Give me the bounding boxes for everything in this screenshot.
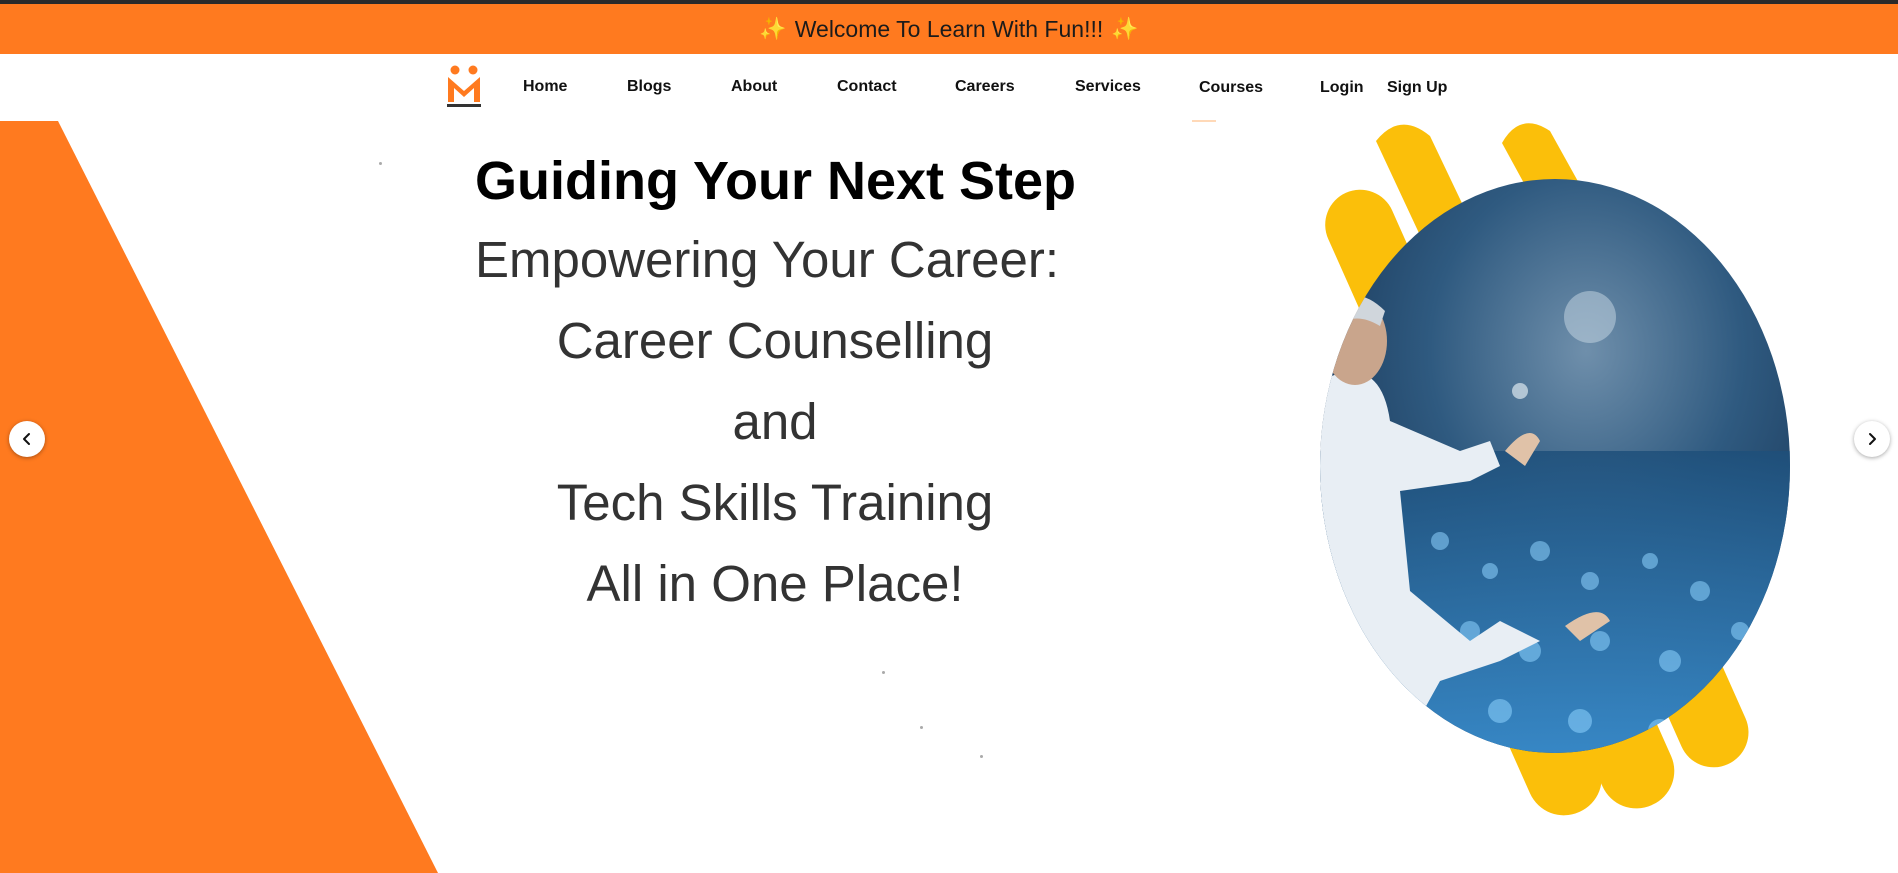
nav-courses[interactable]: Courses [1199, 79, 1263, 97]
login-link[interactable]: Login [1320, 79, 1364, 97]
hero-line: All in One Place! [586, 555, 964, 612]
carousel-next-button[interactable] [1854, 421, 1890, 457]
sparkle-icon: ✨ [759, 16, 787, 41]
nav-services[interactable]: Services [1075, 78, 1141, 96]
hero-line: and [732, 393, 818, 450]
decorative-speck [379, 162, 382, 165]
hero-title: Guiding Your Next Step [475, 151, 1077, 211]
hero-text-block: Guiding Your Next Step Empowering Your C… [475, 149, 1095, 624]
carousel-prev-button[interactable] [9, 421, 45, 457]
nav-contact[interactable]: Contact [837, 78, 897, 96]
hero-carousel-slide: Guiding Your Next Step Empowering Your C… [0, 121, 1898, 873]
nav-blogs[interactable]: Blogs [627, 78, 671, 96]
announcement-bar: ✨ Welcome To Learn With Fun!!! ✨ [0, 4, 1898, 54]
decorative-speck [920, 726, 923, 729]
nav-home[interactable]: Home [523, 78, 567, 96]
nav-careers[interactable]: Careers [955, 78, 1015, 96]
logo-icon[interactable] [446, 64, 482, 110]
hero-line: Career Counselling [556, 312, 994, 369]
hero-image [1320, 123, 1790, 816]
orange-diagonal-shape [0, 121, 438, 873]
hero-line: Empowering Your Career: [475, 231, 1059, 288]
decorative-speck [980, 755, 983, 758]
signup-link[interactable]: Sign Up [1387, 79, 1447, 97]
chevron-right-icon [1869, 433, 1876, 445]
hero-line: Tech Skills Training [556, 474, 994, 531]
chevron-left-icon [23, 433, 30, 445]
announcement-text: Welcome To Learn With Fun!!! [794, 15, 1104, 42]
nav-about[interactable]: About [731, 78, 777, 96]
decorative-speck [882, 671, 885, 674]
sparkle-icon: ✨ [1111, 16, 1139, 41]
main-navbar: Home Blogs About Contact Careers Service… [0, 54, 1898, 122]
